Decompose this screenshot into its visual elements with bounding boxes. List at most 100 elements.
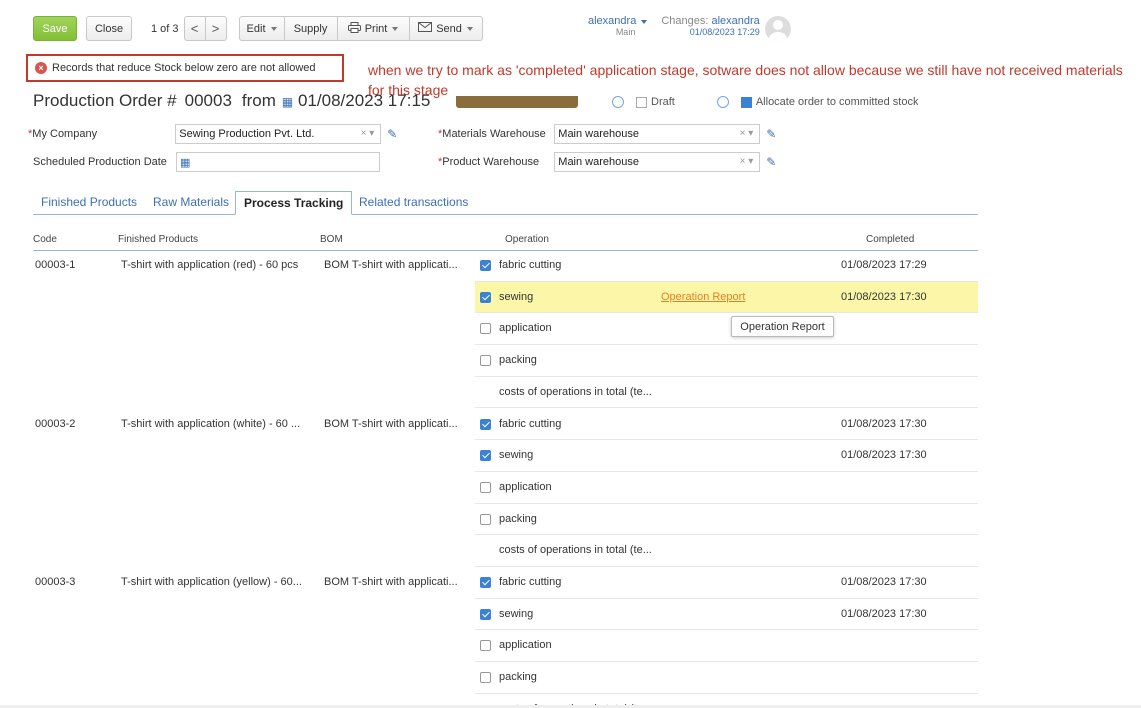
- table-row: costs of operations in total (te...: [475, 535, 978, 567]
- cell-code: 00003-1: [35, 259, 76, 271]
- column-header-finished-products: Finished Products: [118, 234, 199, 245]
- operation-checkbox[interactable]: [480, 291, 491, 303]
- error-message: × Records that reduce Stock below zero a…: [26, 54, 344, 82]
- table-row: fabric cutting 01/08/2023 17:30: [475, 567, 978, 599]
- printer-icon: [347, 21, 361, 36]
- cell-bom[interactable]: BOM T-shirt with applicati...: [324, 576, 458, 588]
- table-row: packing: [475, 662, 978, 694]
- completed-date: 01/08/2023 17:30: [841, 290, 927, 303]
- product-warehouse-value: Main warehouse: [558, 156, 639, 168]
- operation-checkbox[interactable]: [480, 450, 491, 462]
- tab-raw-materials[interactable]: Raw Materials: [145, 191, 237, 215]
- operation-checkbox[interactable]: [480, 418, 491, 430]
- operation-name: fabric cutting: [499, 417, 562, 430]
- next-record-button[interactable]: >: [204, 16, 227, 41]
- materials-warehouse-value: Main warehouse: [558, 128, 639, 140]
- tab-process-tracking[interactable]: Process Tracking: [235, 191, 353, 215]
- pager-text: 1 of 3: [151, 22, 179, 35]
- print-label: Print: [364, 22, 388, 35]
- pencil-icon[interactable]: ✎: [766, 127, 776, 141]
- error-icon: ×: [35, 62, 47, 74]
- table-row: sewing Operation Report 01/08/2023 17:30: [475, 281, 978, 314]
- table-row: fabric cutting 01/08/2023 17:30: [475, 409, 978, 441]
- user-branch: Main: [615, 27, 636, 37]
- prev-record-button[interactable]: <: [183, 16, 206, 41]
- materials-warehouse-field[interactable]: Main warehouse × ▾: [554, 124, 761, 144]
- scheduled-date-label: Scheduled Production Date: [33, 156, 167, 168]
- operation-name: packing: [499, 671, 537, 684]
- pencil-icon[interactable]: ✎: [766, 155, 776, 169]
- changes-info: Changes: alexandra 01/08/2023 17:29: [661, 16, 759, 38]
- product-warehouse-field[interactable]: Main warehouse × ▾: [554, 152, 761, 172]
- operation-name: fabric cutting: [499, 576, 562, 588]
- cell-bom[interactable]: BOM T-shirt with applicati...: [324, 418, 458, 430]
- close-button[interactable]: Close: [86, 16, 132, 41]
- completed-date: 01/08/2023 17:30: [841, 449, 927, 462]
- tab-finished-products[interactable]: Finished Products: [33, 191, 145, 215]
- materials-warehouse-row: * Materials Warehouse Main warehouse × ▾ …: [438, 124, 776, 144]
- send-button[interactable]: Send: [408, 16, 483, 41]
- annotation-note: when we try to mark as 'completed' appli…: [368, 62, 1123, 98]
- envelope-icon: [418, 22, 433, 35]
- table-row: costs of operations in total (te...: [475, 377, 978, 409]
- table-row: fabric cutting 01/08/2023 17:29: [475, 250, 978, 282]
- operation-report-link[interactable]: Operation Report: [661, 291, 745, 303]
- supply-button[interactable]: Supply: [283, 16, 338, 41]
- operation-name: sewing: [499, 449, 534, 462]
- scheduled-date-field[interactable]: ▦: [176, 152, 380, 172]
- operation-checkbox[interactable]: [480, 577, 491, 588]
- operation-name: packing: [499, 354, 537, 367]
- cell-bom[interactable]: BOM T-shirt with applicati...: [324, 259, 458, 271]
- error-text: Records that reduce Stock below zero are…: [52, 62, 316, 74]
- print-button[interactable]: Print: [336, 16, 410, 41]
- product-warehouse-label: Product Warehouse: [442, 156, 540, 168]
- chevron-down-icon: [392, 26, 399, 31]
- cell-finished-product: T-shirt with application (red) - 60 pcs: [121, 259, 299, 271]
- operation-checkbox[interactable]: [480, 323, 491, 335]
- chevron-left-icon: <: [190, 21, 199, 36]
- edit-label: Edit: [246, 22, 266, 35]
- company-field[interactable]: Sewing Production Pvt. Ltd. × ▾: [175, 124, 382, 144]
- scheduled-date-row: Scheduled Production Date ▦: [33, 152, 380, 172]
- tab-bar: Finished Products Raw Materials Process …: [33, 191, 978, 215]
- table-row: sewing 01/08/2023 17:30: [475, 599, 978, 631]
- operation-checkbox[interactable]: [480, 640, 491, 652]
- tooltip: Operation Report: [731, 316, 834, 337]
- company-label: My Company: [32, 128, 98, 140]
- tab-related-transactions[interactable]: Related transactions: [351, 191, 476, 215]
- save-button[interactable]: Save: [33, 16, 77, 41]
- clear-dropdown-icon[interactable]: × ▾: [740, 128, 754, 139]
- clear-dropdown-icon[interactable]: × ▾: [361, 128, 375, 139]
- product-warehouse-row: * Product Warehouse Main warehouse × ▾ ✎: [438, 152, 776, 172]
- operation-checkbox[interactable]: [480, 608, 491, 620]
- chevron-right-icon: >: [211, 21, 220, 36]
- order-number: 00003: [184, 91, 232, 110]
- pencil-icon[interactable]: ✎: [387, 127, 397, 141]
- user-menu[interactable]: alexandra Main: [588, 15, 648, 38]
- avatar[interactable]: [765, 16, 791, 42]
- completed-date: 01/08/2023 17:30: [841, 576, 927, 588]
- cell-code: 00003-3: [35, 576, 76, 588]
- edit-button[interactable]: Edit: [238, 16, 285, 41]
- calendar-icon: ▦: [281, 95, 294, 109]
- operation-checkbox[interactable]: [480, 513, 491, 525]
- operation-checkbox[interactable]: [480, 672, 491, 684]
- operation-checkbox[interactable]: [480, 260, 491, 271]
- operation-checkbox[interactable]: [480, 355, 491, 367]
- cell-code: 00003-2: [35, 417, 76, 430]
- title-label: Production Order #: [33, 91, 177, 110]
- calendar-icon[interactable]: ▦: [180, 156, 190, 169]
- table-row: application: [475, 313, 978, 346]
- cell-finished-product: T-shirt with application (yellow) - 60..…: [121, 576, 302, 588]
- column-header-completed: Completed: [866, 234, 915, 245]
- completed-date: 01/08/2023 17:30: [841, 417, 927, 430]
- changes-user[interactable]: alexandra: [711, 15, 759, 27]
- operation-name: fabric cutting: [499, 259, 562, 271]
- table-row: sewing 01/08/2023 17:30: [475, 440, 978, 472]
- user-name: alexandra: [588, 15, 637, 27]
- action-button-group: Edit Supply Print Send: [238, 16, 483, 41]
- operation-checkbox[interactable]: [480, 481, 491, 493]
- changes-date: 01/08/2023 17:29: [689, 27, 760, 37]
- from-label: from: [241, 91, 276, 110]
- clear-dropdown-icon[interactable]: × ▾: [740, 156, 754, 167]
